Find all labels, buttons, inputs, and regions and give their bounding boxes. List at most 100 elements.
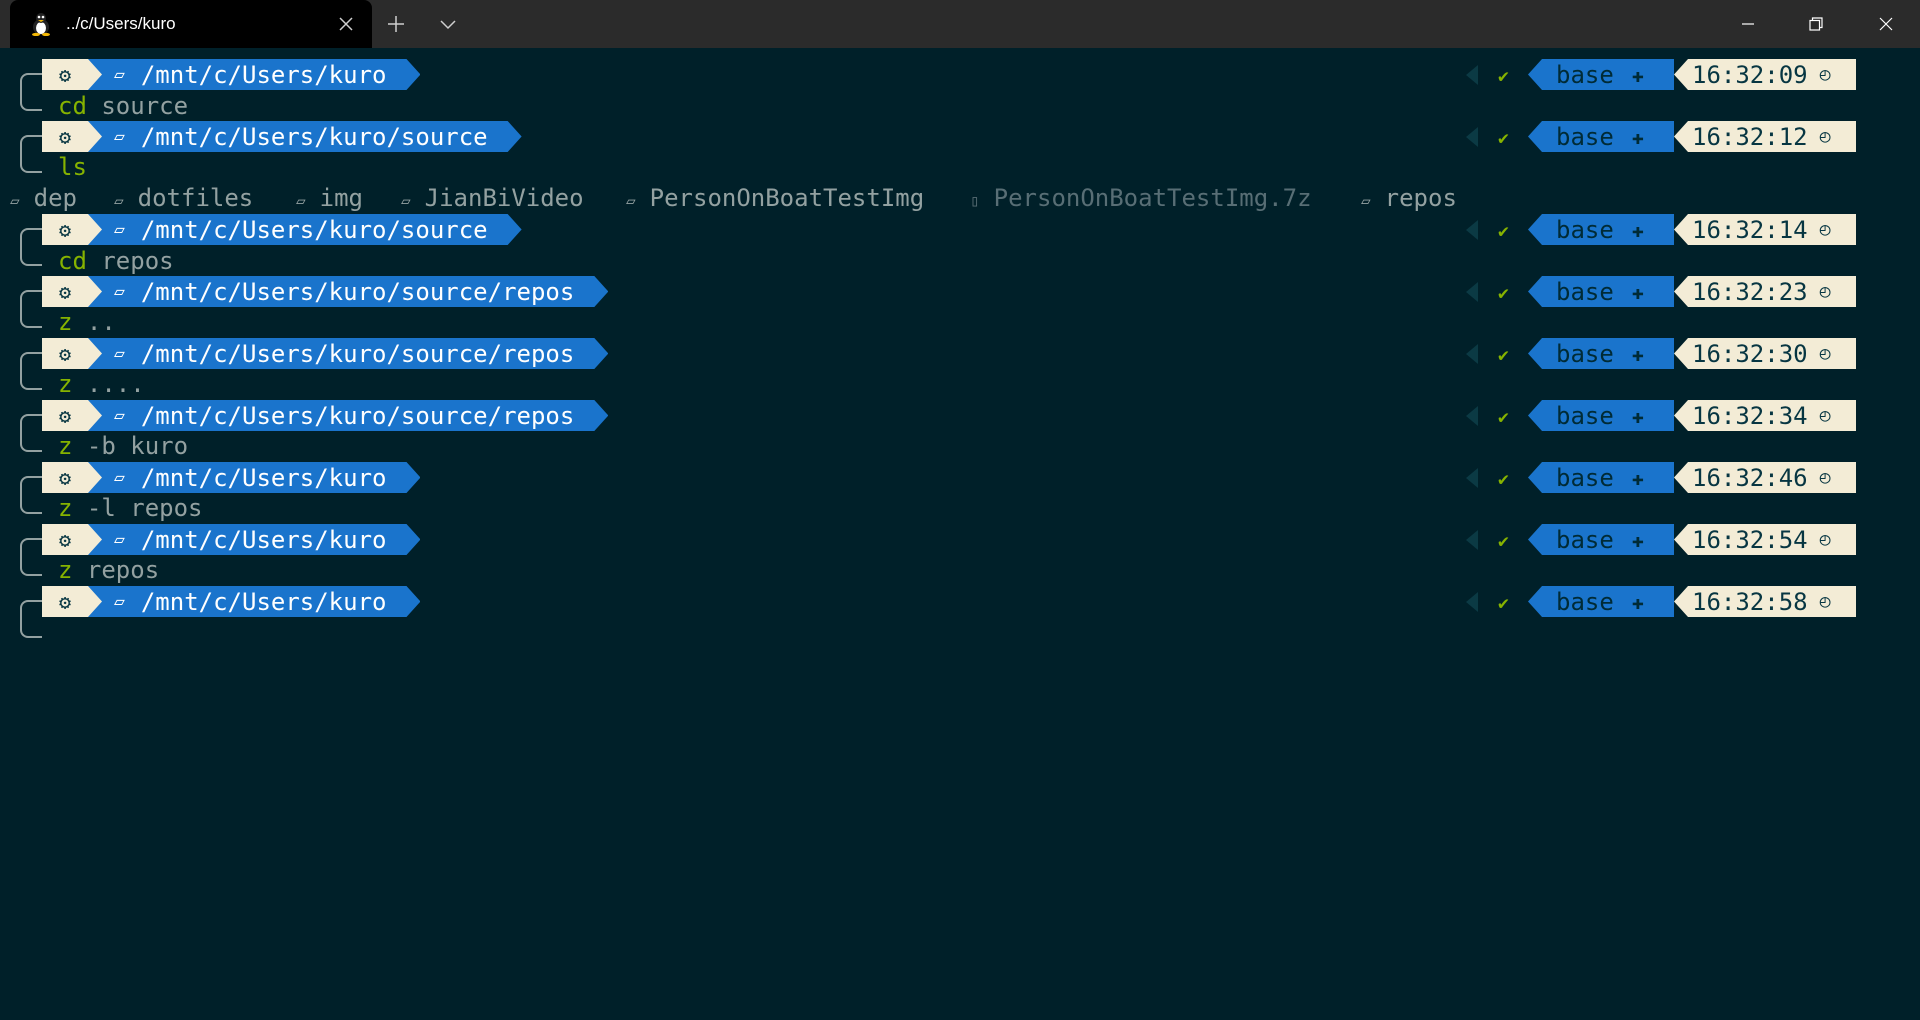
tab-dropdown-button[interactable] [432, 8, 464, 40]
segment-separator [1466, 127, 1478, 147]
clock-icon: ◴ [1819, 64, 1831, 85]
prompt-time: 16:32:14 [1692, 215, 1808, 244]
prompt-line: ⚙ ▱ /mnt/c/Users/kuro/source ✔ base ✚ 16:32:12… [0, 121, 1920, 173]
time-segment: 16:32:58 ◴ [1674, 586, 1856, 617]
minimize-button[interactable] [1714, 0, 1782, 48]
tab-title: ../c/Users/kuro [66, 14, 176, 33]
command-line: z -b kuro [58, 431, 188, 462]
command-line: z .... [58, 369, 145, 400]
prompt-connector [20, 476, 42, 514]
folder-icon: ▱ [1361, 191, 1371, 210]
ubuntu-icon: ⚙ [58, 589, 72, 614]
segment-separator [1466, 592, 1478, 612]
clock-icon: ◴ [1819, 529, 1831, 550]
command-args: .. [72, 308, 116, 336]
close-window-button[interactable] [1852, 0, 1920, 48]
conda-env-name: base [1556, 122, 1614, 151]
ubuntu-icon: ⚙ [58, 279, 72, 304]
os-segment: ⚙ [42, 276, 88, 307]
ls-entry: ▱ dep [10, 183, 77, 216]
conda-env-name: base [1556, 215, 1614, 244]
conda-env-segment: base ✚ [1528, 338, 1674, 369]
time-segment: 16:32:09 ◴ [1674, 59, 1856, 90]
close-tab-icon[interactable] [334, 12, 358, 36]
success-check-icon: ✔ [1498, 407, 1509, 428]
conda-env-name: base [1556, 587, 1614, 616]
current-path: /mnt/c/Users/kuro [140, 463, 387, 492]
command-name: z [58, 432, 73, 460]
os-segment: ⚙ [42, 338, 88, 369]
linux-penguin-icon [28, 11, 54, 37]
ls-entry: ▱ JianBiVideo [401, 183, 584, 216]
minimize-icon [1742, 23, 1754, 25]
path-segment: ▱ /mnt/c/Users/kuro [88, 462, 420, 493]
path-segment: ▱ /mnt/c/Users/kuro/source [88, 121, 522, 152]
prompt-line: ⚙ ▱ /mnt/c/Users/kuro/source/repos ✔ base ✚ 16… [0, 400, 1920, 452]
folder-icon: ▱ [114, 529, 125, 550]
folder-icon: ▱ [114, 126, 125, 147]
prompt-time: 16:32:12 [1692, 122, 1808, 151]
success-check-icon: ✔ [1498, 283, 1509, 304]
python-icon: ✚ [1631, 403, 1644, 428]
plus-icon [388, 16, 404, 32]
command-args: -b kuro [72, 432, 189, 460]
ubuntu-icon: ⚙ [58, 217, 72, 242]
new-tab-button[interactable] [380, 8, 412, 40]
ubuntu-icon: ⚙ [58, 62, 72, 87]
folder-icon: ▱ [114, 219, 125, 240]
ls-entry: ▯ PersonOnBoatTestImg.7z [970, 183, 1312, 216]
conda-env-name: base [1556, 339, 1614, 368]
time-segment: 16:32:34 ◴ [1674, 400, 1856, 431]
current-path: /mnt/c/Users/kuro [140, 525, 387, 554]
clock-icon: ◴ [1819, 281, 1831, 302]
segment-separator [1466, 220, 1478, 240]
ubuntu-icon: ⚙ [58, 527, 72, 552]
terminal-output[interactable]: ⚙ ▱ /mnt/c/Users/kuro ✔ base ✚ 16:32:09 ◴ cd sou… [0, 48, 1920, 1020]
success-check-icon: ✔ [1498, 66, 1509, 87]
prompt-line: ⚙ ▱ /mnt/c/Users/kuro/source ✔ base ✚ 16:32:14… [0, 214, 1920, 266]
ubuntu-icon: ⚙ [58, 403, 72, 428]
conda-env-name: base [1556, 525, 1614, 554]
python-icon: ✚ [1631, 279, 1644, 304]
python-icon: ✚ [1631, 589, 1644, 614]
command-line: cd repos [58, 246, 174, 277]
conda-env-name: base [1556, 277, 1614, 306]
chevron-down-icon [440, 20, 456, 30]
ubuntu-icon: ⚙ [58, 341, 72, 366]
restore-button[interactable] [1782, 0, 1850, 48]
prompt-connector [20, 600, 42, 638]
command-args: repos [72, 556, 160, 584]
clock-icon: ◴ [1819, 219, 1831, 240]
conda-env-name: base [1556, 60, 1614, 89]
prompt-connector [20, 228, 42, 266]
success-check-icon: ✔ [1498, 593, 1509, 614]
python-icon: ✚ [1631, 341, 1644, 366]
terminal-tab[interactable]: ../c/Users/kuro [10, 0, 372, 48]
command-name: z [58, 556, 73, 584]
path-segment: ▱ /mnt/c/Users/kuro [88, 524, 420, 555]
segment-separator [1466, 65, 1478, 85]
segment-separator [1466, 468, 1478, 488]
segment-separator [1466, 282, 1478, 302]
time-segment: 16:32:12 ◴ [1674, 121, 1856, 152]
command-name: cd [58, 247, 87, 275]
conda-env-segment: base ✚ [1528, 276, 1674, 307]
command-name: z [58, 370, 73, 398]
command-args: -l repos [72, 494, 203, 522]
prompt-line: ⚙ ▱ /mnt/c/Users/kuro ✔ base ✚ 16:32:09 ◴ [0, 59, 1920, 111]
title-bar: ../c/Users/kuro [0, 0, 1920, 48]
current-path: /mnt/c/Users/kuro/source/repos [140, 339, 575, 368]
ls-entry: ▱ img [296, 183, 363, 216]
folder-icon: ▱ [626, 191, 636, 210]
prompt-time: 16:32:23 [1692, 277, 1808, 306]
os-segment: ⚙ [42, 121, 88, 152]
conda-env-segment: base ✚ [1528, 59, 1674, 90]
conda-env-segment: base ✚ [1528, 462, 1674, 493]
clock-icon: ◴ [1819, 591, 1831, 612]
conda-env-segment: base ✚ [1528, 524, 1674, 555]
current-path: /mnt/c/Users/kuro/source/repos [140, 277, 575, 306]
time-segment: 16:32:46 ◴ [1674, 462, 1856, 493]
python-icon: ✚ [1631, 124, 1644, 149]
path-segment: ▱ /mnt/c/Users/kuro/source/repos [88, 276, 608, 307]
ls-entry-name: JianBiVideo [424, 184, 584, 212]
